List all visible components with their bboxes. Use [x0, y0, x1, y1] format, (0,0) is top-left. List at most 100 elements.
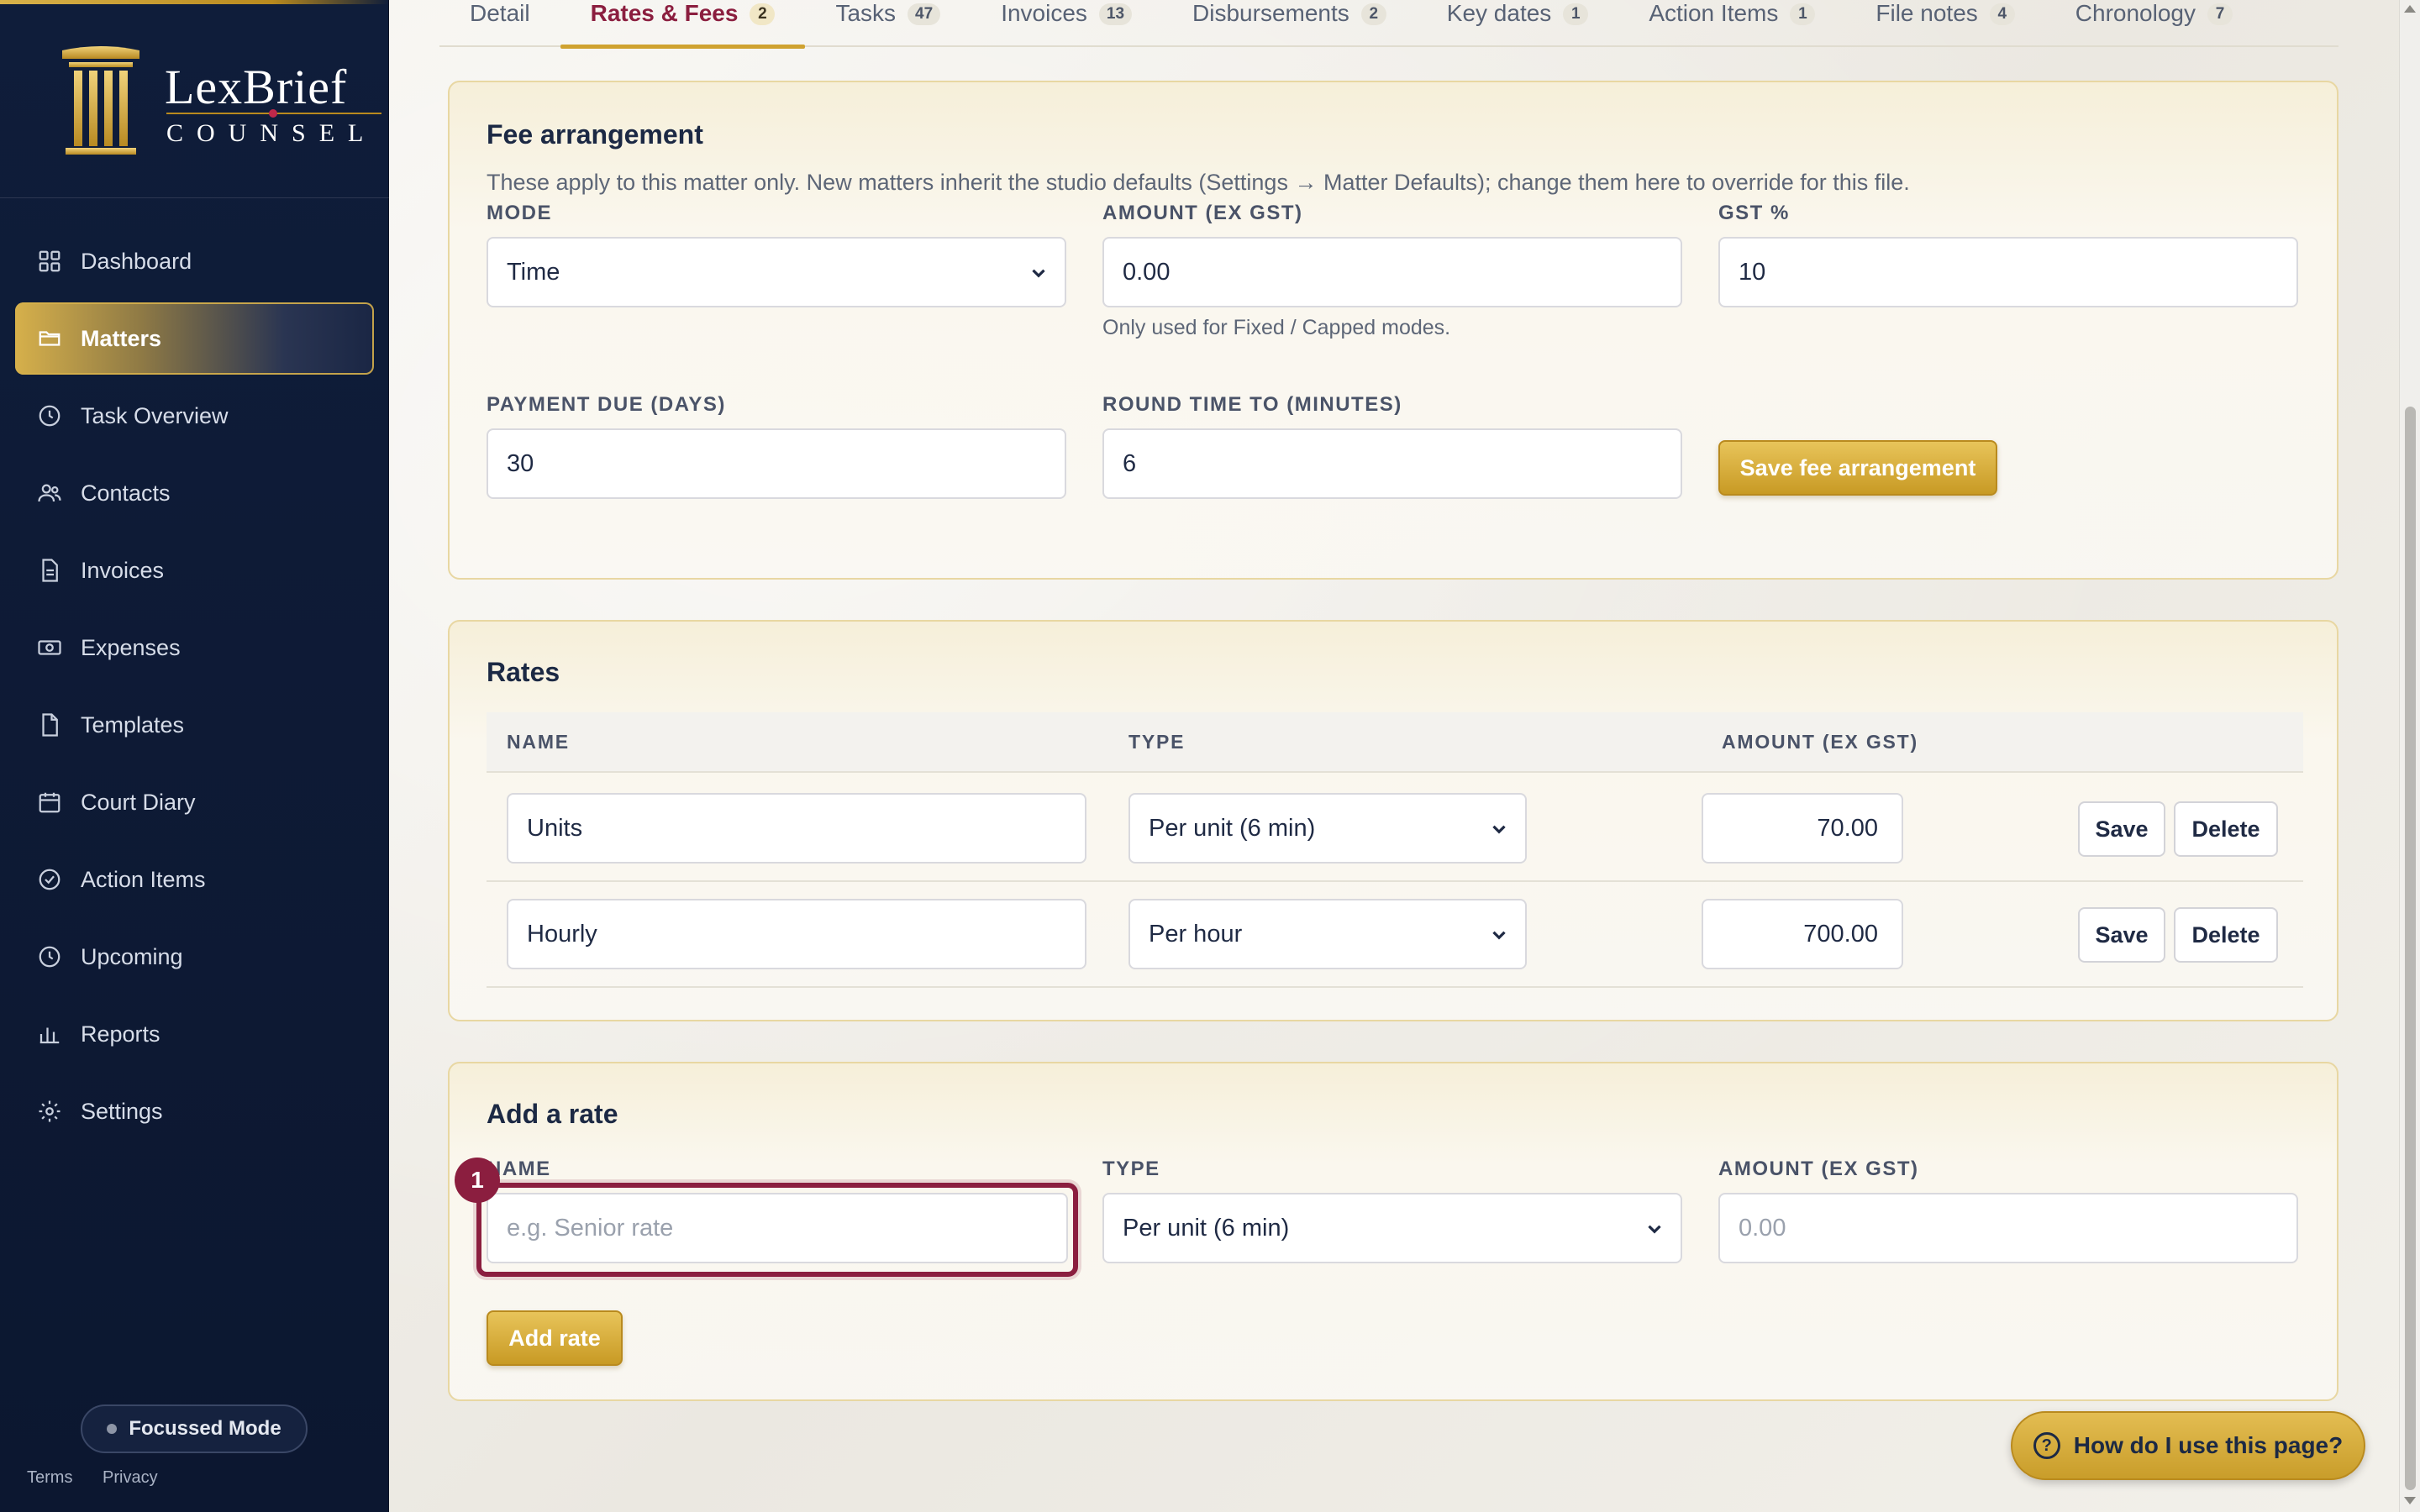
tab-label: File notes [1876, 0, 1978, 26]
sidebar-item-upcoming[interactable]: Upcoming [15, 921, 374, 993]
tab-label: Key dates [1446, 0, 1552, 26]
rates-card: Rates NAME TYPE AMOUNT (EX GST) Units Pe… [448, 620, 2338, 1021]
tab-disbursements[interactable]: Disbursements 2 [1162, 0, 1417, 47]
chevron-down-icon [1492, 825, 1506, 834]
tab-count-badge: 13 [1098, 3, 1133, 25]
add-rate-button[interactable]: Add rate [487, 1310, 623, 1366]
new-rate-name-input[interactable]: e.g. Senior rate [487, 1193, 1068, 1263]
sidebar-item-contacts[interactable]: Contacts [15, 457, 374, 529]
page-scrollbar[interactable] [2399, 0, 2420, 1512]
tab-label: Disbursements [1192, 0, 1349, 26]
tab-label: Chronology [2075, 0, 2196, 26]
scrollbar-thumb[interactable] [2405, 407, 2416, 1490]
rate-type-value: Per unit (6 min) [1149, 814, 1316, 842]
brand-logo[interactable]: LexBrief COUNSEL [57, 42, 381, 164]
terms-link[interactable]: Terms [27, 1468, 72, 1487]
sidebar-item-matters[interactable]: Matters [15, 302, 374, 375]
sidebar: LexBrief COUNSEL Dashboard Matters Task … [0, 0, 389, 1512]
bar-chart-icon [35, 1020, 64, 1048]
tab-file-notes[interactable]: File notes 4 [1845, 0, 2044, 47]
save-rate-button[interactable]: Save [2078, 907, 2165, 963]
col-name-header: NAME [507, 731, 570, 753]
rate-type-select[interactable]: Per hour [1128, 899, 1527, 969]
sidebar-item-label: Reports [81, 1021, 160, 1047]
tab-key-dates[interactable]: Key dates 1 [1417, 0, 1619, 47]
sidebar-item-label: Settings [81, 1098, 163, 1124]
tab-chronology[interactable]: Chronology 7 [2045, 0, 2263, 47]
brand-dot [269, 109, 277, 118]
tab-invoices[interactable]: Invoices 13 [971, 0, 1162, 47]
sidebar-item-label: Task Overview [81, 402, 229, 428]
privacy-link[interactable]: Privacy [103, 1468, 158, 1487]
sidebar-item-action-items[interactable]: Action Items [15, 843, 374, 916]
payment-due-input[interactable]: 30 [487, 428, 1066, 499]
sidebar-item-templates[interactable]: Templates [15, 689, 374, 761]
new-rate-amount-input[interactable]: 0.00 [1718, 1193, 2298, 1263]
scroll-up-icon[interactable] [2404, 5, 2416, 13]
fee-arrangement-title: Fee arrangement [487, 119, 703, 150]
calendar-icon [35, 788, 64, 816]
legal-links: Terms Privacy [27, 1468, 183, 1488]
brand-name: LexBrief [165, 60, 348, 114]
amount-label: AMOUNT (EX GST) [1102, 202, 1303, 224]
mode-select[interactable]: Time [487, 237, 1066, 307]
mode-label: MODE [487, 202, 552, 224]
delete-rate-button[interactable]: Delete [2174, 907, 2278, 963]
sidebar-item-invoices[interactable]: Invoices [15, 534, 374, 606]
new-rate-type-value: Per unit (6 min) [1123, 1214, 1290, 1242]
question-icon: ? [2033, 1432, 2060, 1459]
amount-input[interactable]: 0.00 [1102, 237, 1682, 307]
new-rate-type-select[interactable]: Per unit (6 min) [1102, 1193, 1682, 1263]
tab-count-badge: 2 [1360, 3, 1386, 25]
sidebar-item-expenses[interactable]: Expenses [15, 612, 374, 684]
status-dot-icon [107, 1424, 118, 1434]
rate-name-input[interactable]: Hourly [507, 899, 1086, 969]
focus-mode-toggle[interactable]: Focussed Mode [81, 1404, 308, 1453]
add-rate-card: Add a rate NAME e.g. Senior rate 1 TYPE … [448, 1062, 2338, 1401]
sidebar-item-label: Expenses [81, 634, 181, 660]
focus-mode-label: Focussed Mode [129, 1417, 281, 1440]
save-fee-arrangement-button[interactable]: Save fee arrangement [1718, 440, 1997, 496]
tab-label: Action Items [1649, 0, 1779, 26]
sidebar-item-task-overview[interactable]: Task Overview [15, 380, 374, 452]
row-divider [487, 880, 2303, 882]
sidebar-item-court-diary[interactable]: Court Diary [15, 766, 374, 838]
tab-count-badge: 47 [908, 3, 941, 25]
sidebar-item-dashboard[interactable]: Dashboard [15, 225, 374, 297]
tab-tasks[interactable]: Tasks 47 [805, 0, 971, 47]
save-rate-button[interactable]: Save [2078, 801, 2165, 857]
tab-action-items[interactable]: Action Items 1 [1618, 0, 1845, 47]
tab-label: Tasks [835, 0, 897, 26]
chevron-down-icon [1492, 931, 1506, 940]
help-button[interactable]: ? How do I use this page? [2011, 1411, 2365, 1480]
sidebar-item-settings[interactable]: Settings [15, 1075, 374, 1147]
round-time-input[interactable]: 6 [1102, 428, 1682, 499]
row-divider [487, 986, 2303, 988]
rate-name-input[interactable]: Units [507, 793, 1086, 864]
new-rate-amount-label: AMOUNT (EX GST) [1718, 1158, 1919, 1180]
col-amount-header: AMOUNT (EX GST) [1722, 731, 1918, 753]
delete-rate-button[interactable]: Delete [2174, 801, 2278, 857]
rate-amount-input[interactable]: 700.00 [1702, 899, 1903, 969]
sidebar-item-label: Contacts [81, 480, 171, 506]
file-icon [35, 711, 64, 739]
tab-label: Invoices [1001, 0, 1087, 26]
scroll-down-icon[interactable] [2404, 1497, 2416, 1504]
rate-type-select[interactable]: Per unit (6 min) [1128, 793, 1527, 864]
banknote-icon [35, 633, 64, 662]
tab-label: Rates & Fees [590, 0, 739, 26]
tab-rates-fees[interactable]: Rates & Fees 2 [560, 0, 806, 49]
gst-label: GST % [1718, 202, 1790, 224]
fee-arrangement-card: Fee arrangement These apply to this matt… [448, 81, 2338, 580]
gst-input[interactable]: 10 [1718, 237, 2298, 307]
main-content: Detail Rates & Fees 2 Tasks 47 Invoices … [389, 0, 2399, 1512]
new-rate-type-label: TYPE [1102, 1158, 1160, 1180]
sidebar-item-reports[interactable]: Reports [15, 998, 374, 1070]
tab-label: Detail [470, 0, 530, 26]
rate-amount-input[interactable]: 70.00 [1702, 793, 1903, 864]
amount-hint: Only used for Fixed / Capped modes. [1102, 316, 1451, 339]
chevron-down-icon [1032, 269, 1045, 278]
tab-count-badge: 4 [1989, 3, 2015, 25]
tab-detail[interactable]: Detail [439, 0, 560, 47]
step-badge: 1 [455, 1158, 500, 1203]
